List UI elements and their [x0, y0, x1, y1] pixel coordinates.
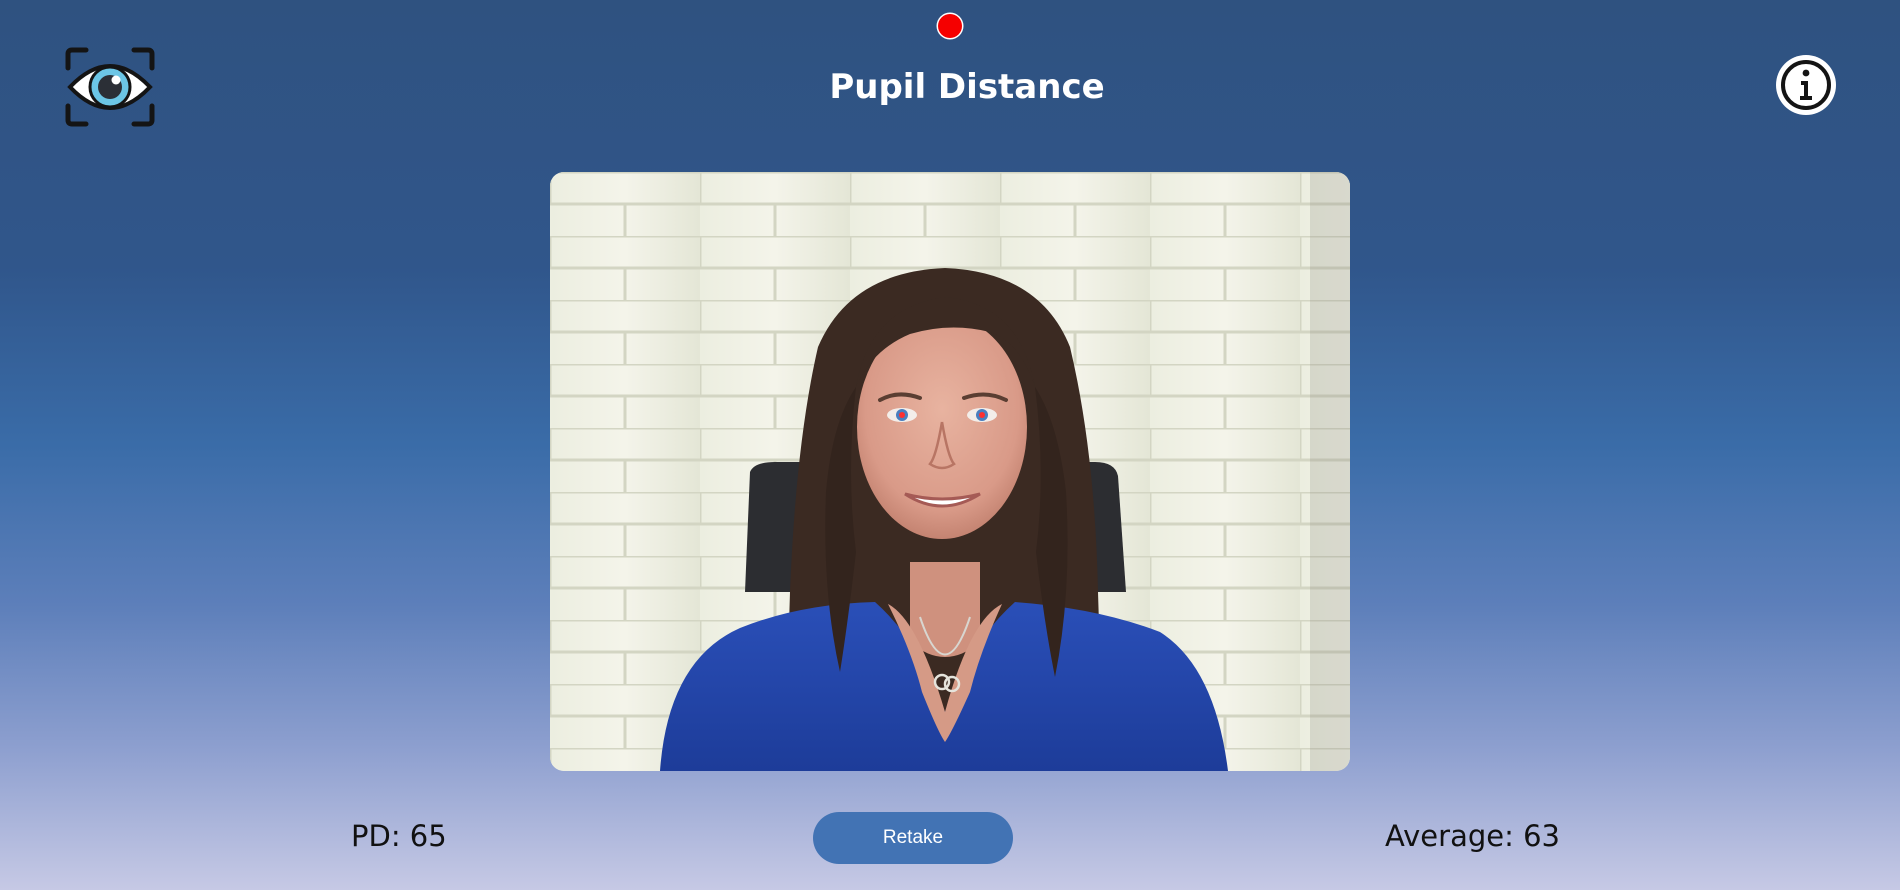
camera-feed [550, 172, 1350, 771]
webcam-image [550, 172, 1350, 771]
info-icon [1776, 55, 1836, 115]
recording-indicator [938, 14, 962, 38]
right-pupil-marker [979, 412, 985, 418]
page-title: Pupil Distance [829, 67, 1105, 107]
pd-value: PD: 65 [351, 819, 447, 853]
retake-button[interactable]: Retake [813, 812, 1013, 864]
average-value: Average: 63 [1385, 819, 1560, 853]
info-button[interactable] [1774, 53, 1838, 117]
left-pupil-marker [899, 412, 905, 418]
